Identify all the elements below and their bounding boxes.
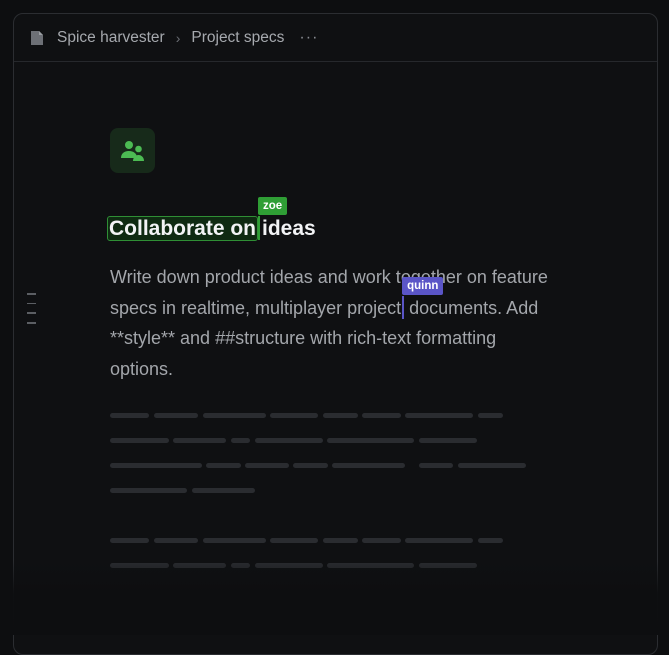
document-paragraph[interactable]: Write down product ideas and work togeth… bbox=[110, 262, 550, 385]
placeholder-line bbox=[362, 538, 401, 543]
placeholder-line bbox=[231, 438, 250, 443]
file-icon bbox=[31, 30, 43, 45]
placeholder-line bbox=[293, 463, 328, 468]
placeholder-line bbox=[458, 463, 526, 468]
placeholder-line bbox=[245, 463, 289, 468]
breadcrumb: Spice harvester › Project specs ··· bbox=[14, 14, 657, 62]
collaborator-tag-quinn: quinn bbox=[402, 276, 444, 295]
placeholder-line bbox=[419, 438, 477, 443]
collaborator-cursor-zoe: zoe bbox=[258, 197, 288, 240]
drag-handle-icon[interactable] bbox=[27, 293, 36, 332]
placeholder-line bbox=[270, 413, 318, 418]
collaborator-tag-zoe: zoe bbox=[258, 197, 288, 215]
document-heading[interactable]: Collaborate on zoe ideas bbox=[106, 197, 316, 241]
placeholder-line bbox=[419, 463, 453, 468]
users-icon bbox=[110, 128, 155, 173]
placeholder-line bbox=[405, 538, 473, 543]
placeholder-line bbox=[478, 538, 503, 543]
breadcrumb-project[interactable]: Spice harvester bbox=[57, 29, 165, 47]
placeholder-line bbox=[110, 463, 202, 468]
placeholder-line bbox=[192, 488, 255, 493]
placeholder-line bbox=[332, 463, 405, 468]
placeholder-line bbox=[110, 538, 149, 543]
placeholder-line bbox=[154, 538, 198, 543]
placeholder-line bbox=[203, 538, 266, 543]
placeholder-line bbox=[270, 538, 318, 543]
placeholder-line bbox=[206, 463, 241, 468]
placeholder-line bbox=[362, 413, 401, 418]
placeholder-line bbox=[323, 538, 358, 543]
more-horizontal-icon[interactable]: ··· bbox=[299, 29, 318, 45]
breadcrumb-page[interactable]: Project specs bbox=[191, 29, 284, 47]
placeholder-line bbox=[478, 413, 503, 418]
placeholder-line bbox=[255, 438, 323, 443]
placeholder-line bbox=[110, 438, 169, 443]
placeholder-line bbox=[154, 413, 198, 418]
collaborator-cursor-quinn: quinn bbox=[402, 276, 444, 319]
bottom-fade-overlay bbox=[0, 560, 669, 635]
selected-text-highlight[interactable]: Collaborate on bbox=[106, 216, 259, 241]
placeholder-line bbox=[405, 413, 473, 418]
document-window: Spice harvester › Project specs ··· Coll… bbox=[13, 13, 658, 655]
heading-text: ideas bbox=[262, 217, 316, 240]
placeholder-line bbox=[110, 488, 187, 493]
placeholder-line bbox=[173, 438, 226, 443]
breadcrumb-separator: › bbox=[175, 29, 181, 46]
placeholder-line bbox=[203, 413, 266, 418]
placeholder-line bbox=[323, 413, 358, 418]
placeholder-line bbox=[110, 413, 149, 418]
placeholder-line bbox=[327, 438, 414, 443]
